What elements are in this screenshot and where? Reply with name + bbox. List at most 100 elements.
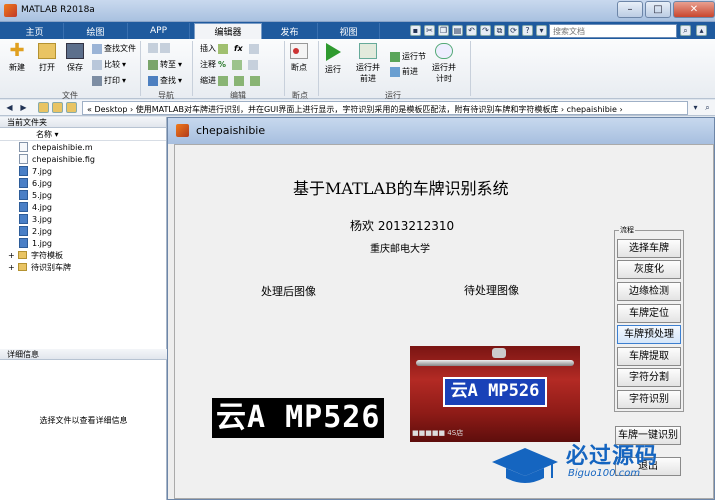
tab-plots[interactable]: 绘图 (64, 23, 128, 39)
paste-icon[interactable]: ▤ (452, 25, 463, 36)
figure-title-bar: chepaishibie (168, 118, 714, 144)
run-section-button[interactable]: 运行节 (390, 51, 426, 62)
goto-icon (148, 59, 158, 70)
search-docs-input[interactable] (549, 24, 677, 38)
new-button[interactable]: ✚ 新建 (8, 40, 26, 73)
back-nav-button[interactable] (148, 43, 170, 53)
run-advance-button[interactable]: 运行并 前进 (356, 43, 380, 84)
minimize-button[interactable]: – (617, 1, 643, 18)
path-dropdown-icon[interactable]: ▾ (690, 102, 701, 113)
watermark-en: Biguo100.com (568, 468, 641, 479)
close-button[interactable]: ✕ (673, 1, 715, 18)
comment-button[interactable]: 注释% (200, 59, 259, 70)
help-icon[interactable]: ? (522, 25, 533, 36)
compare-button[interactable]: 比较 ▾ (92, 59, 126, 70)
open-folder-icon (38, 43, 56, 59)
watermark-cn: 必过源码 (566, 444, 659, 469)
file-item[interactable]: 1.jpg (0, 237, 166, 249)
run-and-time-button[interactable]: 运行并 计时 (432, 43, 456, 84)
folder-item[interactable]: + 字符模板 (0, 249, 166, 261)
current-folder-title: 当前文件夹 (7, 118, 47, 127)
indent-icon (218, 75, 228, 86)
select-plate-button[interactable]: 选择车牌 (617, 239, 681, 258)
file-item[interactable]: 4.jpg (0, 201, 166, 213)
redo-icon[interactable]: ↷ (480, 25, 491, 36)
address-bar: ◀ ▶ « Desktop › 使用MATLAB对车牌进行识别，并在GUI界面上… (0, 100, 715, 116)
print-button[interactable]: 打印 ▾ (92, 75, 126, 86)
run-button[interactable]: 运行 (325, 43, 341, 75)
search-icon[interactable]: ⌕ (680, 25, 691, 36)
save-button[interactable]: 保存 (66, 43, 84, 73)
file-item[interactable]: chepaishibie.fig (0, 153, 166, 165)
cut-icon[interactable]: ✂ (424, 25, 435, 36)
name-column-header[interactable]: 名称 ▾ (0, 128, 166, 141)
input-car-photo: 云A MP526 ■■■■■ 4S店 (410, 346, 580, 442)
editor-ribbon: ✚ 新建 打开 保存 查找文件 比较 ▾ 打印 ▾ 文件 转至 ▾ 查找 ▾ 导… (0, 39, 715, 100)
tab-home[interactable]: 主页 (6, 23, 64, 39)
folder-item[interactable]: + 待识别车牌 (0, 261, 166, 273)
locate-plate-button[interactable]: 车牌定位 (617, 304, 681, 323)
watermark: 必过源码 Biguo100.com (488, 436, 715, 500)
file-item[interactable]: 5.jpg (0, 189, 166, 201)
folder-name: 字符模板 (31, 250, 63, 260)
tab-apps[interactable]: APP (128, 23, 190, 39)
graduation-cap-icon (492, 448, 558, 483)
expand-plus-icon[interactable]: + (8, 263, 18, 272)
file-name: 4.jpg (32, 202, 53, 212)
tab-editor[interactable]: 编辑器 (194, 23, 262, 39)
find-button[interactable]: 查找 ▾ (148, 75, 182, 86)
save-icon[interactable]: ▪ (410, 25, 421, 36)
maximize-button[interactable]: □ (645, 1, 671, 18)
char-recognize-button[interactable]: 字符识别 (617, 390, 681, 409)
back-arrow-icon[interactable]: ◀ (4, 102, 15, 113)
copy-icon[interactable]: ❐ (438, 25, 449, 36)
image-file-icon (19, 226, 28, 236)
file-item[interactable]: 6.jpg (0, 177, 166, 189)
fx-icon[interactable]: fx (234, 44, 243, 53)
preprocess-plate-button[interactable]: 车牌预处理 (617, 325, 681, 344)
undo-icon[interactable]: ↶ (466, 25, 477, 36)
switch-windows-icon[interactable]: ⧉ (494, 25, 505, 36)
insert-label: 插入 (200, 44, 216, 53)
file-item[interactable]: 7.jpg (0, 165, 166, 177)
goto-button[interactable]: 转至 ▾ (148, 59, 182, 70)
find-label: 查找 (160, 76, 176, 85)
forward-arrow-icon[interactable]: ▶ (18, 102, 29, 113)
advance-label: 前进 (402, 67, 418, 76)
dropdown-icon[interactable]: ▾ (536, 25, 547, 36)
open-label: 打开 (39, 63, 55, 72)
smart-indent-icon (250, 75, 260, 86)
breakpoints-button[interactable]: 断点 (290, 43, 308, 73)
file-name: 1.jpg (32, 238, 53, 248)
nav-back-icon (148, 43, 158, 53)
advance-button[interactable]: 前进 (390, 66, 418, 77)
file-item[interactable]: chepaishibie.m (0, 141, 166, 153)
insert-button[interactable]: 插入 fx (200, 43, 259, 54)
indent-button[interactable]: 缩进 (200, 75, 260, 86)
folder-up-icon[interactable] (38, 102, 49, 113)
file-item[interactable]: 3.jpg (0, 213, 166, 225)
expand-plus-icon[interactable]: + (8, 251, 18, 260)
image-file-icon (19, 178, 28, 188)
path-search-icon[interactable]: ⌕ (702, 102, 713, 113)
find-files-button[interactable]: 查找文件 (92, 43, 136, 54)
edge-detect-button[interactable]: 边缘检测 (617, 282, 681, 301)
new-file-icon: ✚ (9, 40, 25, 61)
compare-icon (92, 59, 102, 70)
open-button[interactable]: 打开 (38, 43, 56, 73)
tab-view[interactable]: 视图 (318, 23, 380, 39)
refresh-icon[interactable]: ⟳ (508, 25, 519, 36)
divider (318, 41, 319, 96)
parent-folder-icon[interactable] (66, 102, 77, 113)
current-path-field[interactable]: « Desktop › 使用MATLAB对车牌进行识别，并在GUI界面上进行显示… (82, 101, 688, 115)
expand-icon[interactable]: ▴ (696, 25, 707, 36)
file-item[interactable]: 2.jpg (0, 225, 166, 237)
breakpoint-icon (290, 43, 308, 59)
char-segment-button[interactable]: 字符分割 (617, 368, 681, 387)
find-files-label: 查找文件 (104, 44, 136, 53)
run-label: 运行 (325, 65, 341, 74)
grayscale-button[interactable]: 灰度化 (617, 260, 681, 279)
browse-folder-icon[interactable] (52, 102, 63, 113)
extract-plate-button[interactable]: 车牌提取 (617, 347, 681, 366)
tab-publish[interactable]: 发布 (262, 23, 318, 39)
